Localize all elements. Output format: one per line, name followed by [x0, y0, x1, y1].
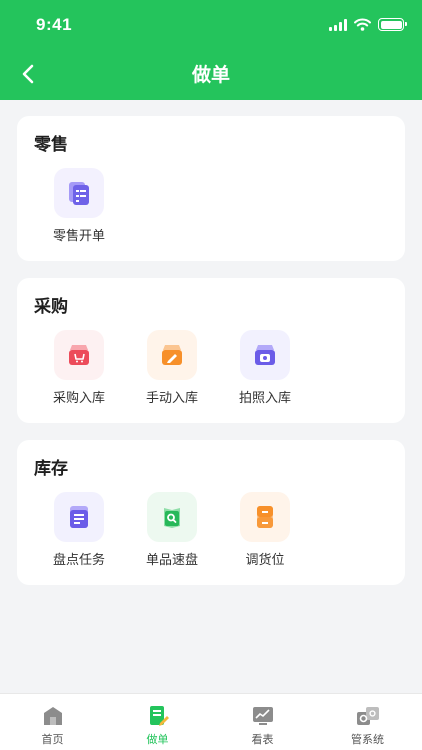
manual-stockin-icon [147, 330, 197, 380]
battery-icon [378, 18, 407, 31]
section-title: 零售 [34, 135, 68, 155]
tab-label: 管系统 [351, 733, 384, 746]
tab-label: 首页 [41, 733, 64, 746]
stocktake-task-button[interactable]: 盘点任务 [33, 492, 125, 582]
tab-chart[interactable]: 看表 [210, 694, 315, 750]
tab-system[interactable]: 管系统 [315, 694, 420, 750]
quick-count-button[interactable]: 单品速盘 [126, 492, 218, 582]
settings-icon [355, 704, 381, 728]
section-title: 采购 [34, 297, 68, 317]
tab-label: 做单 [146, 733, 169, 746]
signal-icon [329, 18, 347, 31]
app-header: 9:41 做单 [0, 0, 422, 100]
manual-stockin-button[interactable]: 手动入库 [126, 330, 218, 420]
wifi-icon [354, 18, 371, 31]
nav-bar: 做单 [0, 48, 422, 100]
tab-home[interactable]: 首页 [0, 694, 105, 750]
purchase-stockin-button[interactable]: 采购入库 [33, 330, 125, 420]
home-icon [40, 704, 66, 728]
purchase-stockin-icon [54, 330, 104, 380]
section-retail: 零售 零售开单 [17, 116, 405, 261]
photo-stockin-button[interactable]: 拍照入库 [219, 330, 311, 420]
tile-label: 拍照入库 [238, 391, 291, 406]
section-inventory: 库存 盘点任务 单品速盘 调货位 [17, 440, 405, 585]
tile-label: 调货位 [245, 553, 285, 568]
status-icons [329, 18, 407, 31]
chart-icon [250, 704, 276, 728]
retail-order-icon [54, 168, 104, 218]
relocate-button[interactable]: 调货位 [219, 492, 311, 582]
tab-label: 看表 [251, 733, 274, 746]
photo-stockin-icon [240, 330, 290, 380]
section-purchase: 采购 采购入库 手动入库 拍照入库 [17, 278, 405, 423]
status-time: 9:41 [36, 15, 73, 34]
page-title: 做单 [191, 64, 230, 86]
quick-count-icon [147, 492, 197, 542]
tab-order[interactable]: 做单 [105, 694, 210, 750]
status-bar: 9:41 [0, 0, 422, 48]
tab-bar: 首页 做单 看表 管系统 [0, 693, 422, 750]
relocate-icon [240, 492, 290, 542]
tile-label: 盘点任务 [52, 553, 105, 568]
stocktake-task-icon [54, 492, 104, 542]
retail-order-button[interactable]: 零售开单 [33, 168, 125, 258]
order-icon [145, 704, 171, 728]
tile-label: 手动入库 [145, 391, 198, 406]
tile-label: 单品速盘 [145, 553, 198, 568]
tile-label: 零售开单 [52, 229, 105, 244]
section-title: 库存 [34, 459, 68, 479]
tile-label: 采购入库 [52, 391, 105, 406]
